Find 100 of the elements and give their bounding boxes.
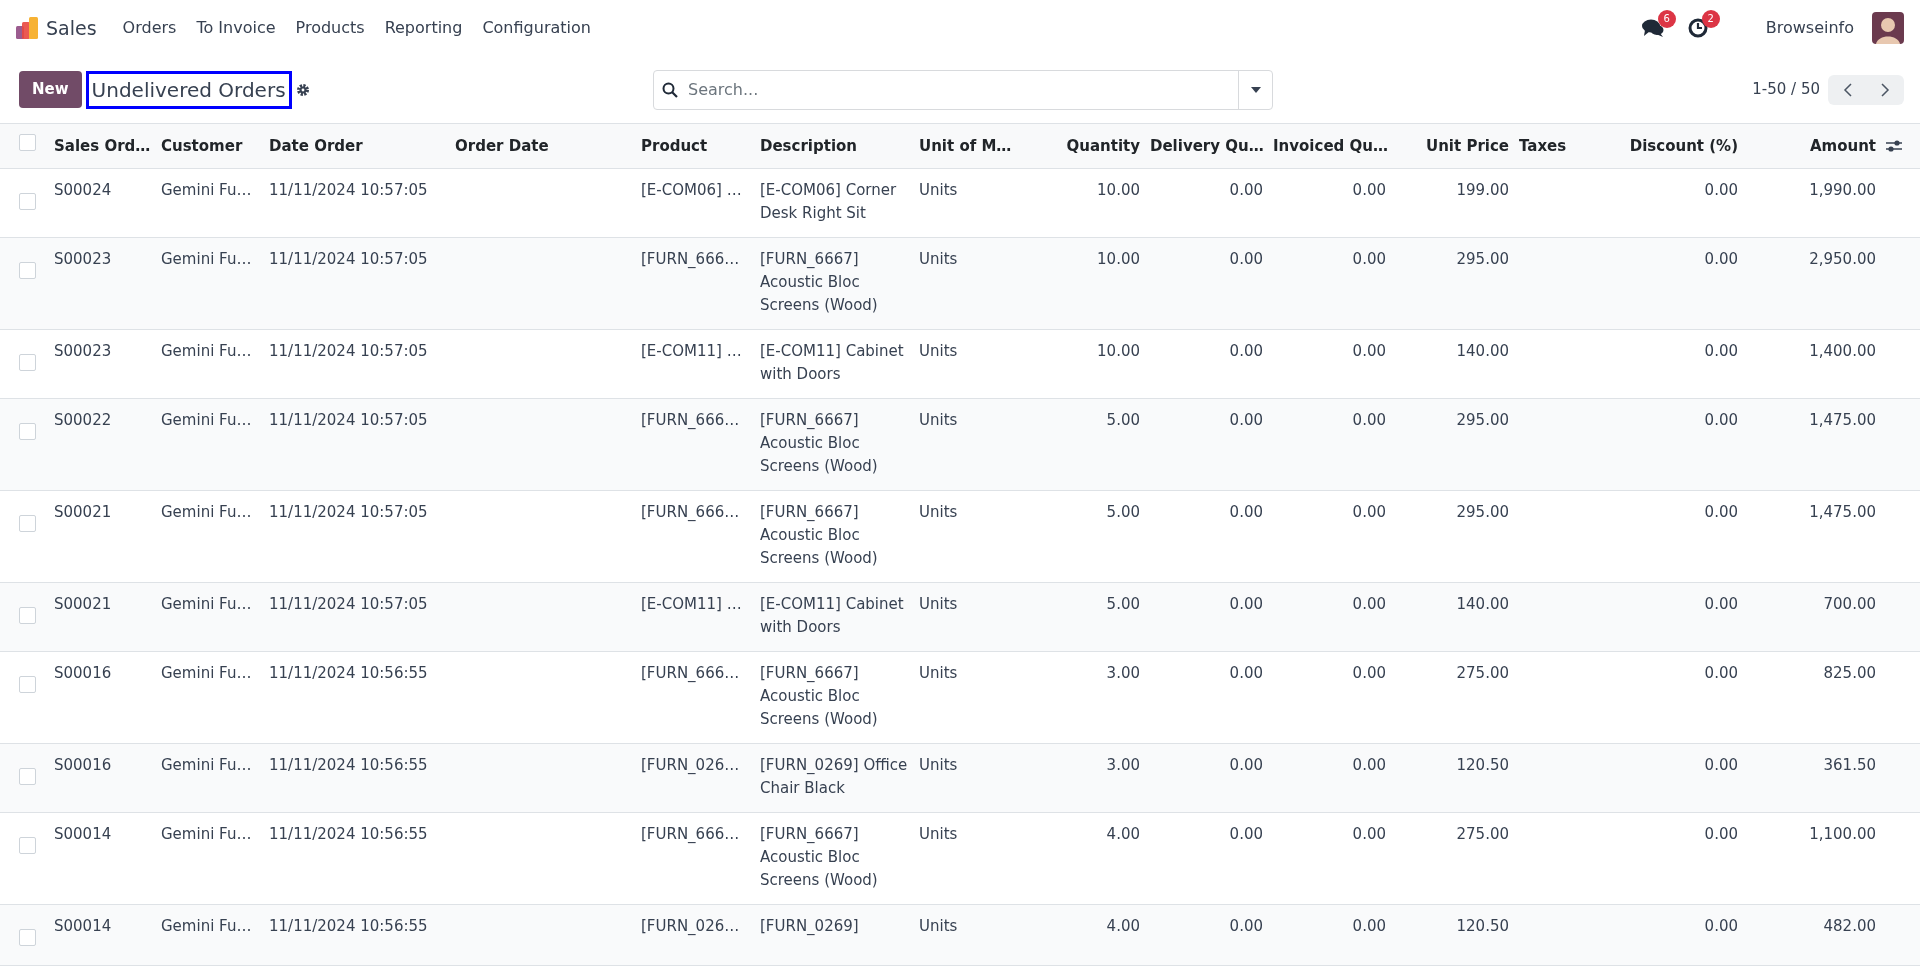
- table-cell: Gemini Fu…: [161, 180, 252, 199]
- table-cell: 0.00: [1229, 341, 1263, 360]
- table-cell: [FURN_6667] Acoustic Bloc Screens (Wood): [760, 410, 878, 475]
- table-cell: Gemini Fu…: [161, 916, 252, 935]
- table-cell: 140.00: [1456, 594, 1509, 613]
- table-cell: S00014: [54, 916, 112, 935]
- search-box[interactable]: Search...: [653, 69, 1273, 110]
- table-cell: 0.00: [1704, 341, 1738, 360]
- row-checkbox[interactable]: [18, 192, 36, 210]
- table-cell: 275.00: [1456, 824, 1509, 843]
- table-cell: [FURN_666…: [641, 663, 740, 682]
- clock-icon[interactable]: [1687, 18, 1708, 38]
- table-cell: 11/11/2024 10:57:05: [269, 594, 428, 613]
- table-cell: [E-COM11] Cabinet with Doors: [760, 594, 904, 636]
- table-cell: 0.00: [1704, 663, 1738, 682]
- table-cell: 1,475.00: [1809, 502, 1876, 521]
- table-cell: 0.00: [1229, 410, 1263, 429]
- table-cell: 361.50: [1823, 755, 1876, 774]
- table-cell: 295.00: [1456, 502, 1509, 521]
- user-name[interactable]: Browseinfo: [1755, 16, 1864, 40]
- table-cell: 0.00: [1229, 180, 1263, 199]
- table-cell: 0.00: [1352, 249, 1386, 268]
- table-cell: 1,400.00: [1809, 341, 1876, 360]
- table-cell: 140.00: [1456, 341, 1509, 360]
- table-cell: 3.00: [1106, 663, 1140, 682]
- table-cell: 295.00: [1456, 410, 1509, 429]
- table-cell: 11/11/2024 10:56:55: [269, 755, 428, 774]
- table-cell: 11/11/2024 10:56:55: [269, 824, 428, 843]
- table-cell: [FURN_666…: [641, 824, 740, 843]
- table-cell: [FURN_026…: [641, 916, 740, 935]
- table-cell: 0.00: [1229, 663, 1263, 682]
- previous-page-button[interactable]: [1828, 74, 1866, 105]
- row-checkbox[interactable]: [18, 606, 36, 624]
- table-cell: Units: [919, 410, 958, 429]
- row-checkbox[interactable]: [18, 514, 36, 532]
- table-cell: 0.00: [1704, 249, 1738, 268]
- table-cell: S00014: [54, 824, 112, 843]
- table-cell: 700.00: [1823, 594, 1876, 613]
- table-cell: 0.00: [1229, 249, 1263, 268]
- table-cell: S00021: [54, 594, 112, 613]
- row-checkbox[interactable]: [18, 353, 36, 371]
- row-checkbox[interactable]: [18, 928, 36, 946]
- caret-icon: [1250, 86, 1261, 93]
- table-cell: 0.00: [1229, 824, 1263, 843]
- table-cell: 0.00: [1704, 594, 1738, 613]
- menu-item[interactable]: Reporting: [374, 16, 473, 40]
- table-cell: 0.00: [1352, 755, 1386, 774]
- column-settings-icon[interactable]: [1886, 139, 1902, 153]
- table-cell: 0.00: [1229, 502, 1263, 521]
- table-cell: 4.00: [1106, 916, 1140, 935]
- chat-bubbles-icon[interactable]: [1641, 18, 1664, 38]
- table-cell: 10.00: [1097, 341, 1140, 360]
- row-checkbox[interactable]: [18, 767, 36, 785]
- row-checkbox[interactable]: [18, 422, 36, 440]
- table-cell: 1,990.00: [1809, 180, 1876, 199]
- table-cell: [FURN_666…: [641, 249, 740, 268]
- row-checkbox[interactable]: [18, 836, 36, 854]
- row-checkbox[interactable]: [18, 675, 36, 693]
- row-checkbox[interactable]: [18, 261, 36, 279]
- table-cell: Units: [919, 249, 958, 268]
- menu-item[interactable]: Products: [285, 16, 375, 40]
- app-name[interactable]: Sales: [46, 13, 97, 43]
- table-cell: S00022: [54, 410, 112, 429]
- table-cell: [FURN_6667] Acoustic Bloc Screens (Wood): [760, 824, 878, 889]
- table-cell: 120.50: [1456, 755, 1509, 774]
- table-cell: 11/11/2024 10:57:05: [269, 180, 428, 199]
- table-cell: [E-COM11] …: [641, 594, 742, 613]
- menu-item[interactable]: Configuration: [472, 16, 601, 40]
- table-cell: Gemini Fu…: [161, 663, 252, 682]
- table-cell: 2,950.00: [1809, 249, 1876, 268]
- table-cell: 11/11/2024 10:57:05: [269, 249, 428, 268]
- table-cell: Gemini Fu…: [161, 502, 252, 521]
- select-all-checkbox[interactable]: [18, 134, 36, 151]
- table-cell: Units: [919, 594, 958, 613]
- table-cell: [FURN_666…: [641, 410, 740, 429]
- table-cell: 0.00: [1704, 410, 1738, 429]
- table-cell: 11/11/2024 10:57:05: [269, 502, 428, 521]
- table-cell: 10.00: [1097, 249, 1140, 268]
- settings-icon[interactable]: [295, 82, 310, 97]
- table-cell: [FURN_6667] Acoustic Bloc Screens (Wood): [760, 249, 878, 314]
- table-cell: 0.00: [1704, 755, 1738, 774]
- chevron-right-icon: [1880, 82, 1890, 97]
- chevron-left-icon: [1842, 82, 1852, 97]
- next-page-button[interactable]: [1866, 74, 1904, 105]
- table-cell: [FURN_0269]: [760, 916, 859, 935]
- table-cell: 10.00: [1097, 180, 1140, 199]
- table-cell: 120.50: [1456, 916, 1509, 935]
- menu-item[interactable]: Orders: [112, 16, 187, 40]
- page-title: Undelivered Orders: [85, 70, 292, 109]
- table-cell: 295.00: [1456, 249, 1509, 268]
- avatar-icon[interactable]: [1872, 12, 1904, 44]
- menu-item[interactable]: To Invoice: [186, 16, 286, 40]
- table-cell: S00024: [54, 180, 112, 199]
- table-cell: 0.00: [1352, 410, 1386, 429]
- new-button[interactable]: New: [19, 71, 82, 108]
- table-cell: S00023: [54, 341, 112, 360]
- table-cell: 5.00: [1106, 594, 1140, 613]
- table-cell: [FURN_0269] Office Chair Black: [760, 755, 908, 797]
- app-logo-icon[interactable]: [16, 17, 38, 39]
- table-cell: Gemini Fu…: [161, 249, 252, 268]
